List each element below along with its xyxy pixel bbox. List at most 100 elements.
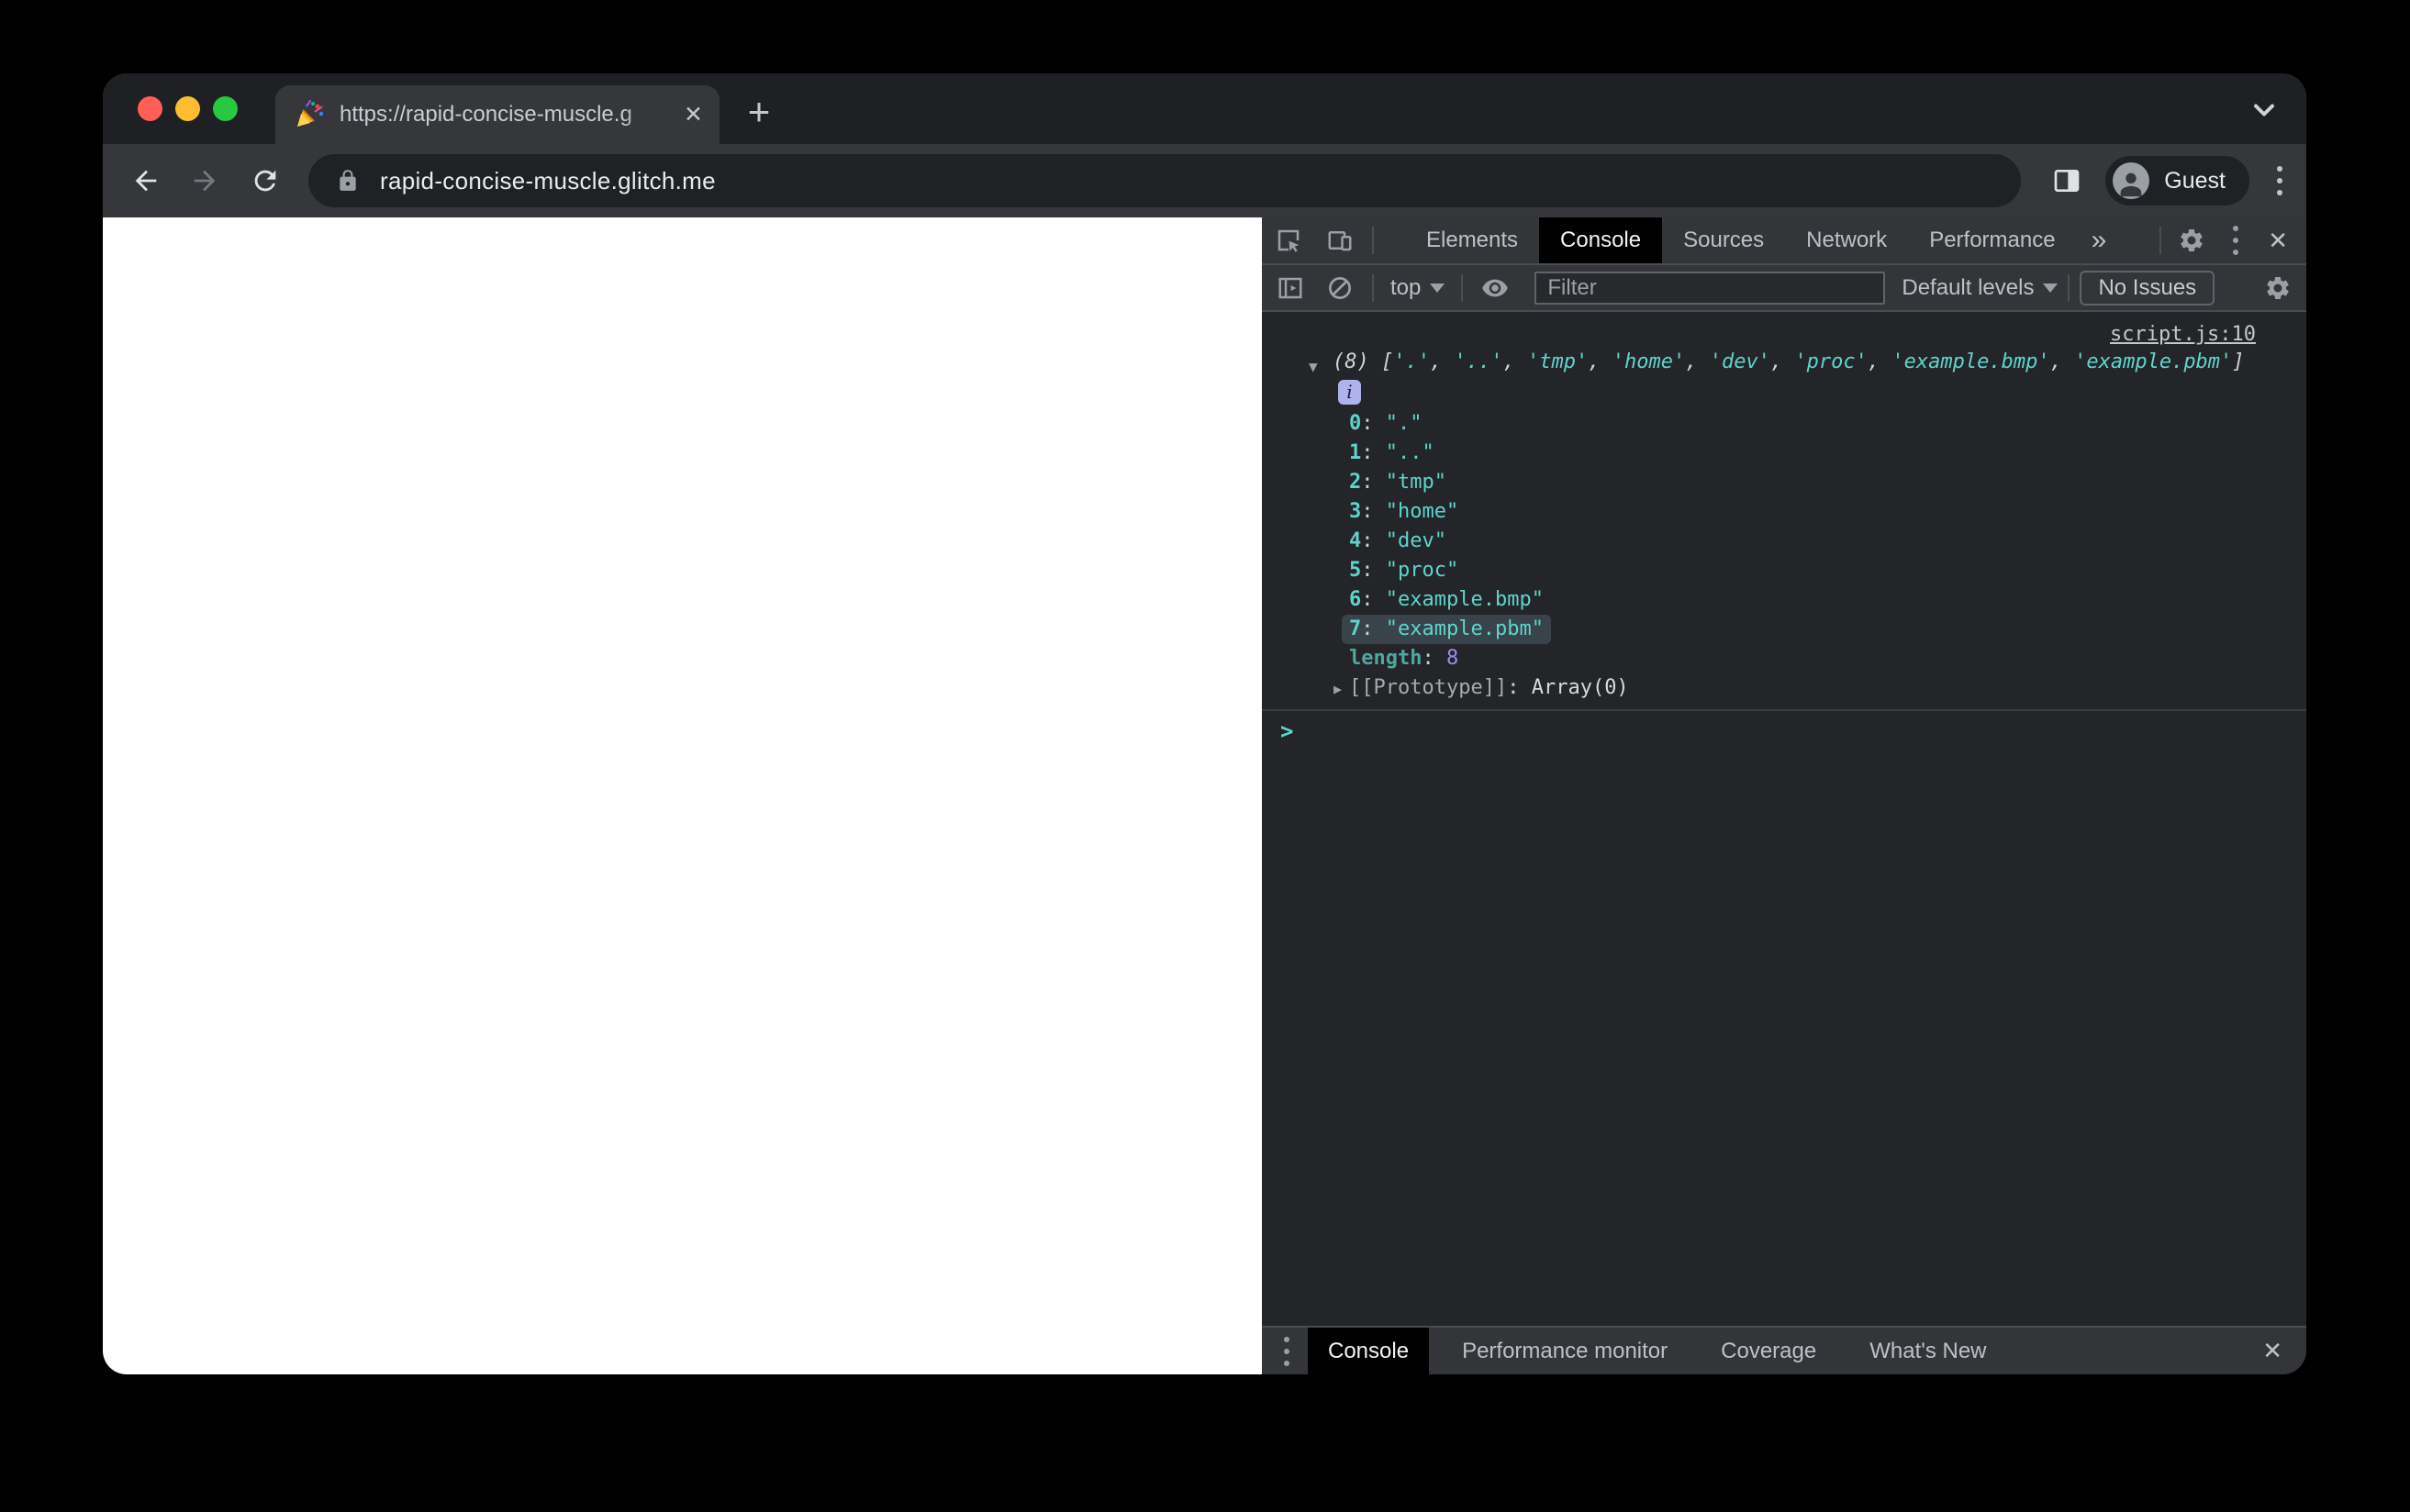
item-separator: ,: [1685, 350, 1710, 373]
prototype-row[interactable]: ▶ [[Prototype]]: Array(0): [1333, 673, 2256, 704]
console-settings-gear-icon[interactable]: [2264, 274, 2292, 302]
close-window-button[interactable]: [138, 96, 162, 121]
info-badge-line: i: [1338, 378, 2256, 407]
array-entry-row[interactable]: 5: "proc": [1349, 556, 2256, 585]
devtools-close-button[interactable]: ✕: [2264, 227, 2292, 255]
entry-index: 2: [1349, 471, 1362, 494]
console-prompt[interactable]: >: [1262, 711, 2306, 744]
preview-item: 'example.bmp': [1891, 350, 2050, 373]
array-entry: 4: "dev": [1342, 527, 1454, 556]
devtools-tab-sources[interactable]: Sources: [1662, 217, 1785, 263]
zoom-window-button[interactable]: [213, 96, 238, 121]
devtools-tab-console[interactable]: Console: [1539, 217, 1663, 263]
devtools-panel: Elements Console Sources Network Performance…: [1262, 217, 2306, 1374]
array-entry-row[interactable]: 0: ".": [1349, 409, 2256, 439]
array-entry-row[interactable]: 2: "tmp": [1349, 468, 2256, 497]
context-selector-label: top: [1390, 274, 1422, 300]
entry-colon: :: [1361, 559, 1386, 582]
browser-toolbar: rapid-concise-muscle.glitch.me Guest: [103, 144, 2306, 217]
bracket-open: [: [1381, 350, 1394, 373]
more-tabs-button[interactable]: »: [2077, 225, 2122, 256]
inspect-element-icon[interactable]: [1275, 227, 1302, 254]
devtools-tabbar: Elements Console Sources Network Performance…: [1262, 217, 2306, 265]
tab-close-icon[interactable]: ✕: [684, 103, 703, 127]
console-sidebar-toggle-icon[interactable]: [1277, 274, 1304, 302]
live-expression-eye-icon[interactable]: [1481, 274, 1509, 302]
drawer-menu-button[interactable]: [1280, 1333, 1293, 1370]
entry-colon: :: [1361, 412, 1386, 435]
divider: [1372, 227, 1374, 254]
drawer-tab-performance-monitor[interactable]: Performance monitor: [1442, 1328, 1688, 1374]
array-entry-row[interactable]: 6: "example.bmp": [1349, 585, 2256, 615]
array-entry: 1: "..": [1342, 439, 1442, 468]
log-levels-label: Default levels: [1902, 274, 2035, 300]
profile-button[interactable]: Guest: [2105, 156, 2249, 206]
browser-tab[interactable]: https://rapid-concise-muscle.g ✕: [275, 85, 720, 144]
item-separator: ,: [1769, 350, 1795, 373]
log-levels-dropdown[interactable]: Default levels: [1902, 274, 2059, 301]
divider: [2068, 273, 2070, 302]
side-panel-button[interactable]: [2052, 166, 2081, 195]
array-entry: 0: ".": [1342, 409, 1430, 439]
array-entry-row[interactable]: 7: "example.pbm": [1342, 615, 2256, 644]
devtools-menu-button[interactable]: [2229, 222, 2242, 259]
reload-button[interactable]: [250, 165, 281, 196]
devtools-tab-performance[interactable]: Performance: [1908, 217, 2076, 263]
drawer-tab-console[interactable]: Console: [1308, 1328, 1430, 1374]
page-viewport: [103, 217, 1262, 1374]
minimize-window-button[interactable]: [175, 96, 200, 121]
array-entry-row[interactable]: 4: "dev": [1349, 527, 2256, 556]
party-popper-icon: [297, 99, 324, 127]
item-separator: ,: [1502, 350, 1527, 373]
profile-name: Guest: [2164, 167, 2226, 194]
array-preview[interactable]: ▼ (8) ['.', '..', 'tmp', 'home', 'dev', …: [1309, 349, 2256, 376]
preview-item: 'home': [1612, 350, 1686, 373]
array-count: (8): [1333, 350, 1369, 373]
array-entry-row[interactable]: 1: "..": [1349, 439, 2256, 468]
devtools-tabs: Elements Console Sources Network Performance: [1405, 217, 2077, 263]
device-toolbar-icon[interactable]: [1326, 227, 1354, 254]
browser-menu-button[interactable]: [2273, 162, 2286, 199]
issues-counter[interactable]: No Issues: [2080, 270, 2215, 306]
drawer-tab-coverage[interactable]: Coverage: [1701, 1328, 1836, 1374]
window-content: Elements Console Sources Network Performance…: [103, 217, 2306, 1374]
preview-item: 'proc': [1794, 350, 1868, 373]
array-entry: 7: "example.pbm": [1342, 615, 1551, 644]
devtools-tab-network[interactable]: Network: [1785, 217, 1908, 263]
context-selector[interactable]: top: [1390, 275, 1445, 301]
evaluated-info-badge[interactable]: i: [1338, 380, 1361, 405]
prompt-chevron-icon: >: [1280, 718, 1294, 744]
console-toolbar: top Default levels No Issues: [1262, 265, 2306, 312]
url-bar[interactable]: rapid-concise-muscle.glitch.me: [308, 154, 2022, 207]
clear-console-icon[interactable]: [1326, 274, 1354, 302]
drawer-close-button[interactable]: ✕: [2259, 1337, 2286, 1365]
prototype-value: Array(0): [1531, 676, 1629, 699]
entry-colon: :: [1361, 617, 1386, 640]
tab-overflow-chevron-icon[interactable]: [2248, 94, 2281, 127]
divider: [2159, 227, 2162, 254]
console-filter-input[interactable]: [1534, 271, 1886, 305]
array-entry-row[interactable]: 3: "home": [1349, 497, 2256, 527]
collapsed-triangle-icon[interactable]: ▶: [1333, 681, 1342, 697]
entry-colon: :: [1361, 588, 1386, 611]
entry-colon: :: [1361, 441, 1386, 464]
traffic-lights: [138, 96, 238, 121]
drawer-tab-what-s-new[interactable]: What's New: [1849, 1328, 2006, 1374]
screenshot-stage: https://rapid-concise-muscle.g ✕ + rapid…: [0, 0, 2410, 1512]
source-link[interactable]: script.js:10: [1333, 321, 2256, 349]
tab-strip: https://rapid-concise-muscle.g ✕ +: [103, 73, 2306, 144]
forward-button[interactable]: [189, 165, 220, 196]
devtools-drawer: Console Performance monitor Coverage What's…: [1262, 1326, 2306, 1374]
lock-icon: [340, 170, 356, 191]
devtools-tab-elements[interactable]: Elements: [1405, 217, 1539, 263]
preview-item: 'tmp': [1526, 350, 1589, 373]
back-button[interactable]: [130, 165, 162, 196]
entry-index: 1: [1349, 441, 1362, 464]
new-tab-button[interactable]: +: [739, 93, 779, 134]
array-entry: 6: "example.bmp": [1342, 585, 1551, 615]
expanded-triangle-icon[interactable]: ▼: [1309, 353, 1318, 381]
chevron-down-icon: [2043, 283, 2059, 293]
item-separator: ,: [1430, 350, 1455, 373]
entry-colon: :: [1361, 529, 1386, 552]
settings-gear-icon[interactable]: [2178, 227, 2205, 254]
